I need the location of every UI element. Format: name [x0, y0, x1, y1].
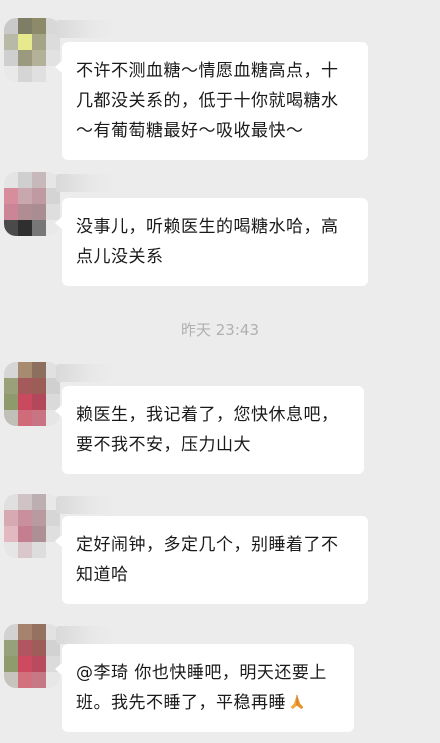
message-text: 定好闹钟，多定几个，别睡着了不知道哈 — [76, 535, 339, 585]
message-bubble[interactable]: 定好闹钟，多定几个，别睡着了不知道哈 — [55, 516, 368, 604]
sender-name-redacted — [56, 626, 116, 644]
avatar[interactable] — [4, 494, 60, 558]
message-bubble[interactable]: 不许不测血糖～情愿血糖高点，十几都没关系的，低于十你就喝糖水～有葡萄糖最好～吸收… — [55, 42, 368, 160]
avatar[interactable] — [4, 362, 60, 426]
message-bubble[interactable]: @李琦 你也快睡吧，明天还要上班。我先不睡了，平稳再睡 — [55, 644, 354, 732]
avatar[interactable] — [4, 624, 60, 688]
message-text: 不许不测血糖～情愿血糖高点，十几都没关系的，低于十你就喝糖水～有葡萄糖最好～吸收… — [76, 61, 339, 141]
avatar[interactable] — [4, 18, 60, 82]
sender-name-redacted — [56, 364, 116, 382]
sender-name-redacted — [56, 496, 116, 514]
message-text: 没事儿，听赖医生的喝糖水哈，高点儿没关系 — [76, 217, 339, 267]
avatar[interactable] — [4, 172, 60, 236]
message-bubble[interactable]: 没事儿，听赖医生的喝糖水哈，高点儿没关系 — [55, 198, 368, 286]
message-bubble[interactable]: 赖医生，我记着了，您快休息吧，要不我不安，压力山大 — [55, 386, 364, 474]
message-text: 赖医生，我记着了，您快休息吧，要不我不安，压力山大 — [76, 405, 339, 455]
sender-name-redacted — [56, 20, 116, 38]
chat-history[interactable]: 不许不测血糖～情愿血糖高点，十几都没关系的，低于十你就喝糖水～有葡萄糖最好～吸收… — [0, 0, 440, 743]
praying-hands-icon — [290, 694, 304, 710]
message-timestamp: 昨天 23:43 — [181, 321, 259, 339]
sender-name-redacted — [56, 174, 116, 192]
